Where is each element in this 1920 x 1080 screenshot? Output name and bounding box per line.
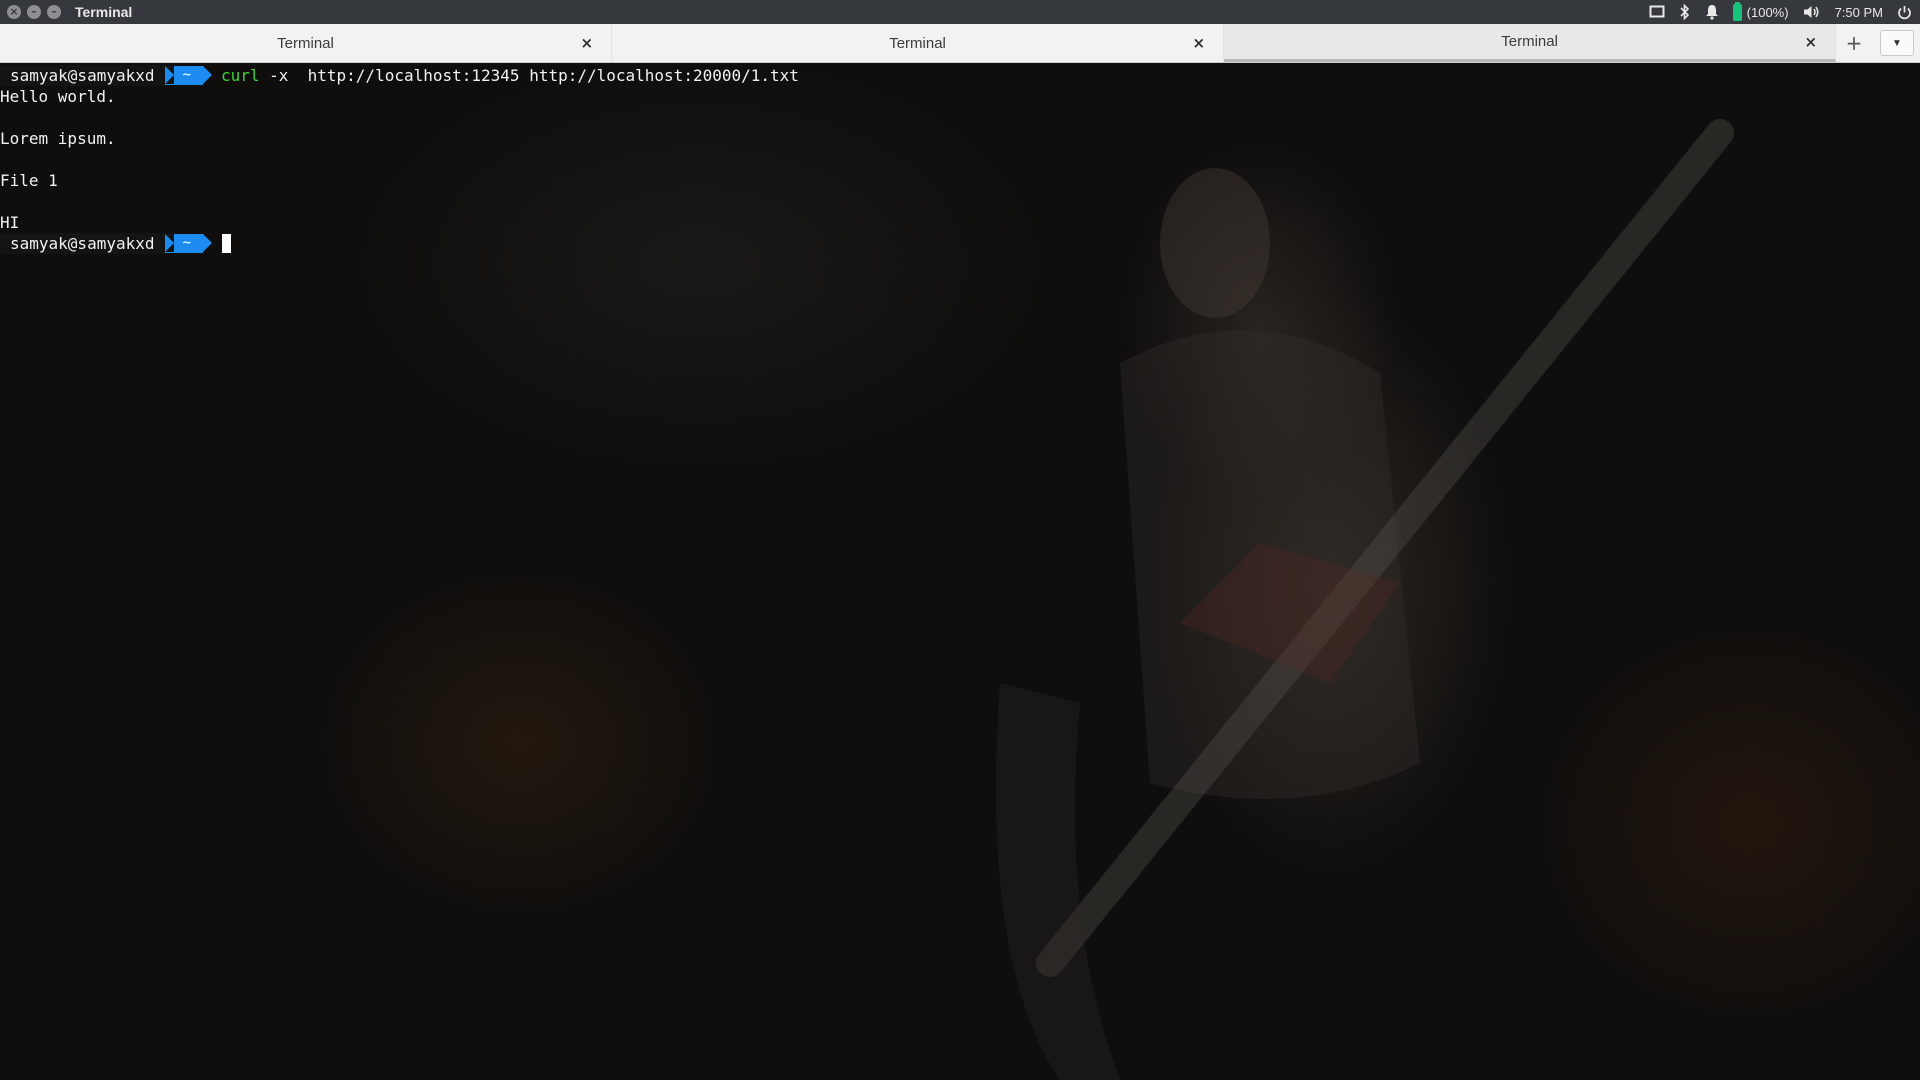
tab-label: Terminal (277, 34, 334, 52)
volume-icon[interactable] (1803, 4, 1821, 20)
battery-percentage: (100%) (1746, 4, 1789, 20)
tab-bar: Terminal × Terminal × Terminal × + ▼ (0, 24, 1920, 63)
prompt-line: samyak@samyakxd ~ (0, 233, 799, 254)
text-cursor[interactable] (221, 234, 231, 253)
prompt-user: samyak@samyakxd (0, 65, 165, 86)
output-line: File 1 (0, 171, 58, 190)
tab-terminal-3[interactable]: Terminal × (1224, 24, 1837, 62)
maximize-icon[interactable]: – (47, 5, 61, 19)
output-line: Lorem ipsum. (0, 129, 116, 148)
close-icon[interactable]: × (1192, 34, 1205, 52)
tab-terminal-1[interactable]: Terminal × (0, 24, 613, 62)
prompt-directory: ~ (164, 66, 213, 85)
close-icon[interactable]: × (580, 34, 593, 52)
window-title: Terminal (75, 4, 133, 20)
prompt-directory: ~ (164, 234, 213, 253)
power-icon[interactable] (1897, 5, 1912, 20)
terminal-output: samyak@samyakxd ~ curl -x http://localhost… (0, 65, 799, 254)
system-tray: (100%) 7:50 PM (1649, 1, 1920, 21)
prompt-user: samyak@samyakxd (0, 233, 165, 254)
new-tab-button[interactable]: + (1836, 24, 1872, 62)
tab-terminal-2[interactable]: Terminal × (612, 24, 1225, 62)
top-panel: × – – Terminal (100%) 7:50 PM (0, 0, 1920, 24)
bell-icon[interactable] (1705, 4, 1719, 20)
output-line: HI (0, 213, 20, 232)
output-line: Hello world. (0, 87, 116, 106)
close-icon[interactable]: × (1805, 33, 1818, 51)
terminal-view[interactable]: samyak@samyakxd ~ curl -x http://localhost… (0, 63, 1920, 1080)
tab-label: Terminal (889, 34, 946, 52)
command-args: -x http://localhost:12345 http://localho… (259, 66, 799, 85)
tab-menu-button[interactable]: ▼ (1880, 30, 1914, 56)
close-icon[interactable]: × (7, 5, 21, 19)
chevron-down-icon: ▼ (1892, 37, 1902, 49)
window-controls: × – – (0, 5, 61, 19)
screen-icon[interactable] (1649, 5, 1665, 19)
command-line: samyak@samyakxd ~ curl -x http://localhost… (0, 65, 799, 86)
battery-icon (1732, 1, 1742, 21)
minimize-icon[interactable]: – (27, 5, 41, 19)
bluetooth-icon[interactable] (1679, 4, 1691, 20)
tab-label: Terminal (1501, 33, 1558, 50)
battery-indicator[interactable]: (100%) (1732, 1, 1789, 21)
clock[interactable]: 7:50 PM (1835, 5, 1883, 20)
command-name: curl (220, 66, 260, 85)
